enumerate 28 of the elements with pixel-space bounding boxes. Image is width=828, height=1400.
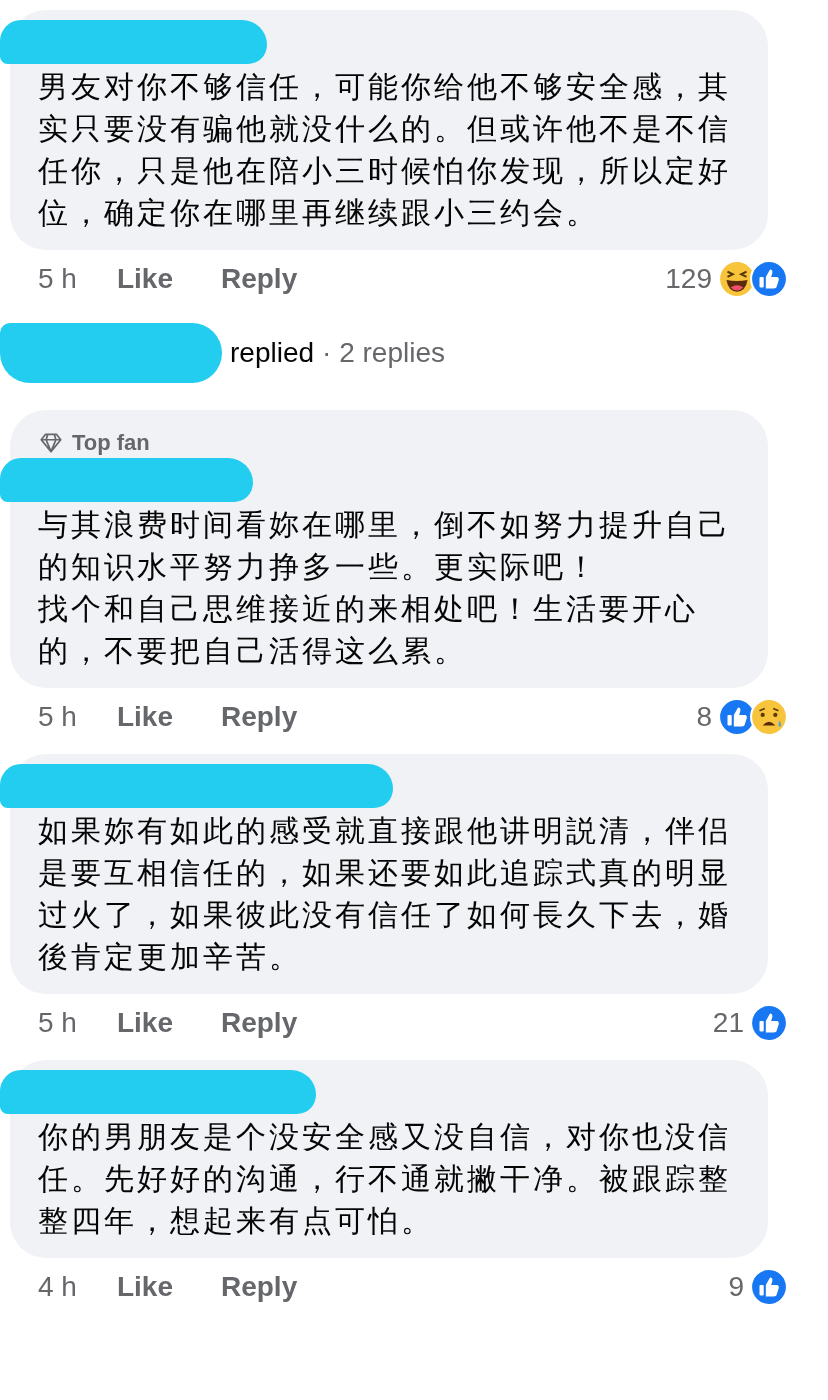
- reaction-count: 8: [696, 701, 712, 733]
- like-link[interactable]: Like: [116, 263, 173, 295]
- timestamp: 5 h: [38, 701, 77, 733]
- timestamp: 5 h: [38, 1007, 77, 1039]
- thumbs-up-icon: [750, 1268, 788, 1306]
- reaction-count: 9: [728, 1271, 744, 1303]
- reply-count: · 2 replies: [322, 337, 445, 369]
- reaction-count: 129: [665, 263, 712, 295]
- crying-emoji-icon: [750, 698, 788, 736]
- like-link[interactable]: Like: [116, 1271, 173, 1303]
- reaction-count: 21: [712, 1007, 744, 1039]
- timestamp: 4 h: [38, 1271, 77, 1303]
- reply-link[interactable]: Reply: [220, 701, 298, 733]
- comment-text: 如果妳有如此的感受就直接跟他讲明説清，伴侣是要互相信任的，如果还要如此追踪式真的明显过火了，如果彼此没有信任了如何長久下去，婚後肯定更加辛苦。: [38, 813, 732, 975]
- comment-text: 找个和自己思维接近的来相处吧！生活要开心的，不要把自己活得这么累。: [38, 591, 699, 669]
- thumbs-up-icon: [750, 1004, 788, 1042]
- reply-link[interactable]: Reply: [220, 263, 298, 295]
- top-fan-label: Top fan: [72, 430, 150, 456]
- thumbs-up-icon: [750, 260, 788, 298]
- comment-text: 你的男朋友是个没安全感又没自信，对你也没信任。先好好的沟通，行不通就撇干净。被跟踪整整四年，想起来有点可怕。: [38, 1119, 732, 1239]
- like-link[interactable]: Like: [116, 701, 173, 733]
- comment-text: 男友对你不够信任，可能你给他不够安全感，其实只要没有骗他就没什么的。但或许他不是不信任你，只是他在陪小三时候怕你发现，所以定好位，确定你在哪里再继续跟小三约会。: [38, 69, 732, 231]
- replied-link[interactable]: replied: [230, 337, 315, 369]
- timestamp: 5 h: [38, 263, 77, 295]
- like-link[interactable]: Like: [116, 1007, 173, 1039]
- reply-link[interactable]: Reply: [220, 1271, 298, 1303]
- comment-text: 与其浪费时间看妳在哪里，倒不如努力提升自己的知识水平努力挣多一些。更实际吧！: [38, 507, 732, 585]
- reply-link[interactable]: Reply: [220, 1007, 298, 1039]
